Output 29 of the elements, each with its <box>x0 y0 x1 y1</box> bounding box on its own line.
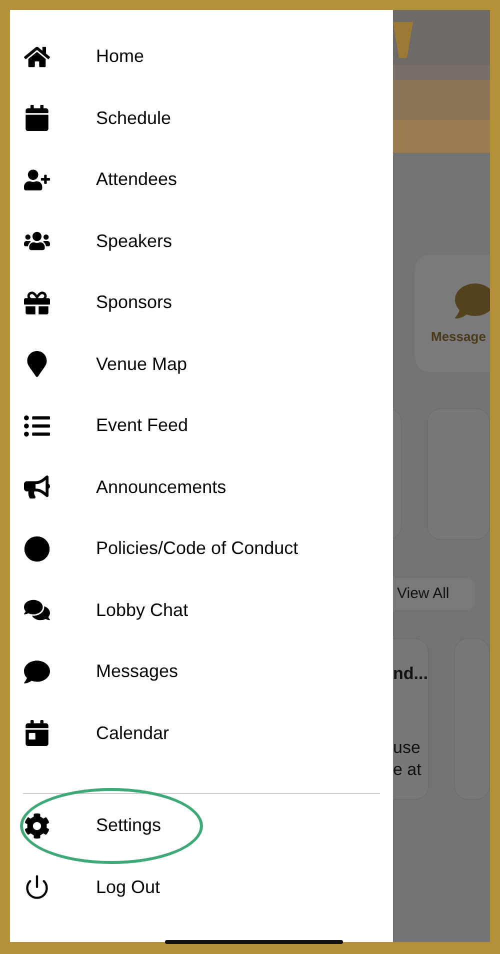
power-icon <box>24 874 50 900</box>
view-all-button[interactable]: View All <box>393 578 475 610</box>
circle-icon <box>24 536 50 562</box>
megaphone-icon <box>24 474 50 500</box>
user-plus-icon <box>24 166 50 193</box>
event-card[interactable]: nd... use e at <box>393 638 429 800</box>
calendar-icon <box>24 105 50 132</box>
card-text: use <box>393 736 420 758</box>
menu-item[interactable]: Log Out <box>10 856 393 918</box>
chat-bubble-icon <box>24 658 50 685</box>
menu-item[interactable]: Policies/Code of Conduct <box>10 518 393 580</box>
menu-item[interactable]: Sponsors <box>10 272 393 334</box>
settings-icon <box>24 812 50 839</box>
menu-item[interactable]: Speakers <box>10 210 393 272</box>
menu-item[interactable]: Lobby Chat <box>10 580 393 641</box>
menu-item[interactable]: Attendees <box>10 149 393 210</box>
menu-item[interactable]: Settings <box>10 795 393 856</box>
menu-item[interactable]: Schedule <box>10 88 393 149</box>
list-icon <box>24 412 50 439</box>
card-text: e at <box>393 758 422 780</box>
menu-item[interactable]: Messages <box>10 641 393 702</box>
menu-item[interactable]: Event Feed <box>10 395 393 456</box>
chat-bubble-icon <box>455 281 490 321</box>
menu-item[interactable]: Announcements <box>10 456 393 518</box>
menu-item[interactable]: Venue Map <box>10 334 393 395</box>
menu-item[interactable]: Home <box>10 26 393 88</box>
menu-item[interactable]: Calendar <box>10 702 393 764</box>
calendar-day-icon <box>24 720 50 746</box>
gift-icon <box>24 290 50 316</box>
